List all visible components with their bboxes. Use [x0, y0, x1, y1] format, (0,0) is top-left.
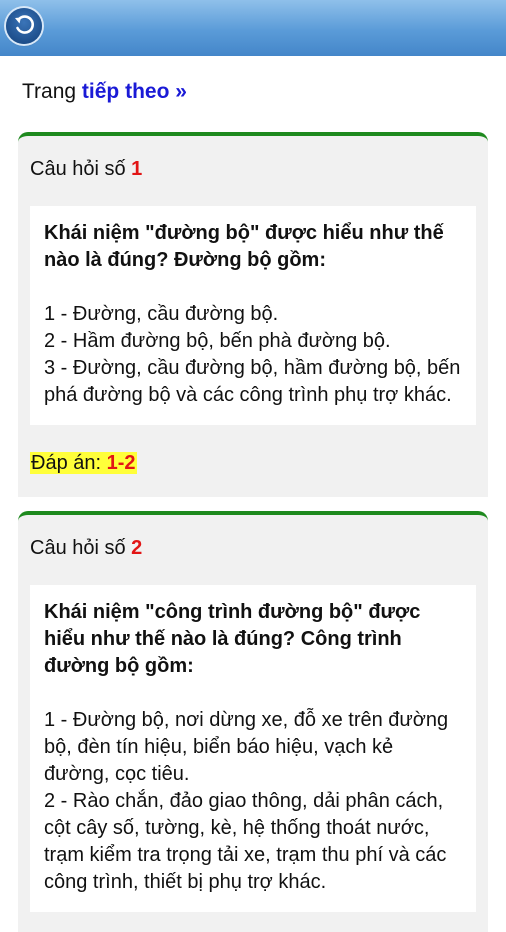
question-text: Khái niệm "công trình đường bộ" được hiể…: [44, 601, 421, 677]
question-card-1: Câu hỏi số 1 Khái niệm "đường bộ" được h…: [18, 132, 488, 497]
back-arrow-icon: [15, 15, 34, 34]
page-navigation: Trang tiếp theo »: [0, 56, 506, 132]
top-bar: [0, 0, 506, 56]
option-item: 1 - Đường, cầu đường bộ.: [44, 303, 279, 325]
answer-label: Đáp án:: [31, 452, 107, 474]
option-item: 2 - Hầm đường bộ, bến phà đường bộ.: [44, 330, 391, 352]
question-card-2: Câu hỏi số 2 Khái niệm "công trình đường…: [18, 511, 488, 932]
back-button[interactable]: [6, 8, 42, 44]
question-label: Câu hỏi số: [30, 537, 132, 559]
question-box: Khái niệm "đường bộ" được hiểu như thế n…: [30, 206, 476, 425]
question-box: Khái niệm "công trình đường bộ" được hiể…: [30, 585, 476, 912]
page-nav-prefix: Trang: [22, 80, 82, 103]
question-title: Câu hỏi số 1: [30, 136, 476, 182]
question-number: 1: [131, 158, 143, 180]
question-text: Khái niệm "đường bộ" được hiểu như thế n…: [44, 222, 444, 271]
question-number: 2: [131, 537, 143, 559]
option-item: 1 - Đường bộ, nơi dừng xe, đỗ xe trên đư…: [44, 709, 449, 785]
question-label: Câu hỏi số: [30, 158, 132, 180]
option-item: 2 - Rào chắn, đảo giao thông, dải phân c…: [44, 790, 447, 893]
answer-value: 1-2: [106, 452, 136, 474]
answer-highlight: Đáp án: 1-2: [30, 452, 137, 474]
option-item: 3 - Đường, cầu đường bộ, hầm đường bộ, b…: [44, 357, 461, 406]
question-title: Câu hỏi số 2: [30, 515, 476, 561]
answer: Đáp án: 1-2: [30, 449, 476, 477]
next-page-link[interactable]: tiếp theo »: [82, 80, 187, 103]
